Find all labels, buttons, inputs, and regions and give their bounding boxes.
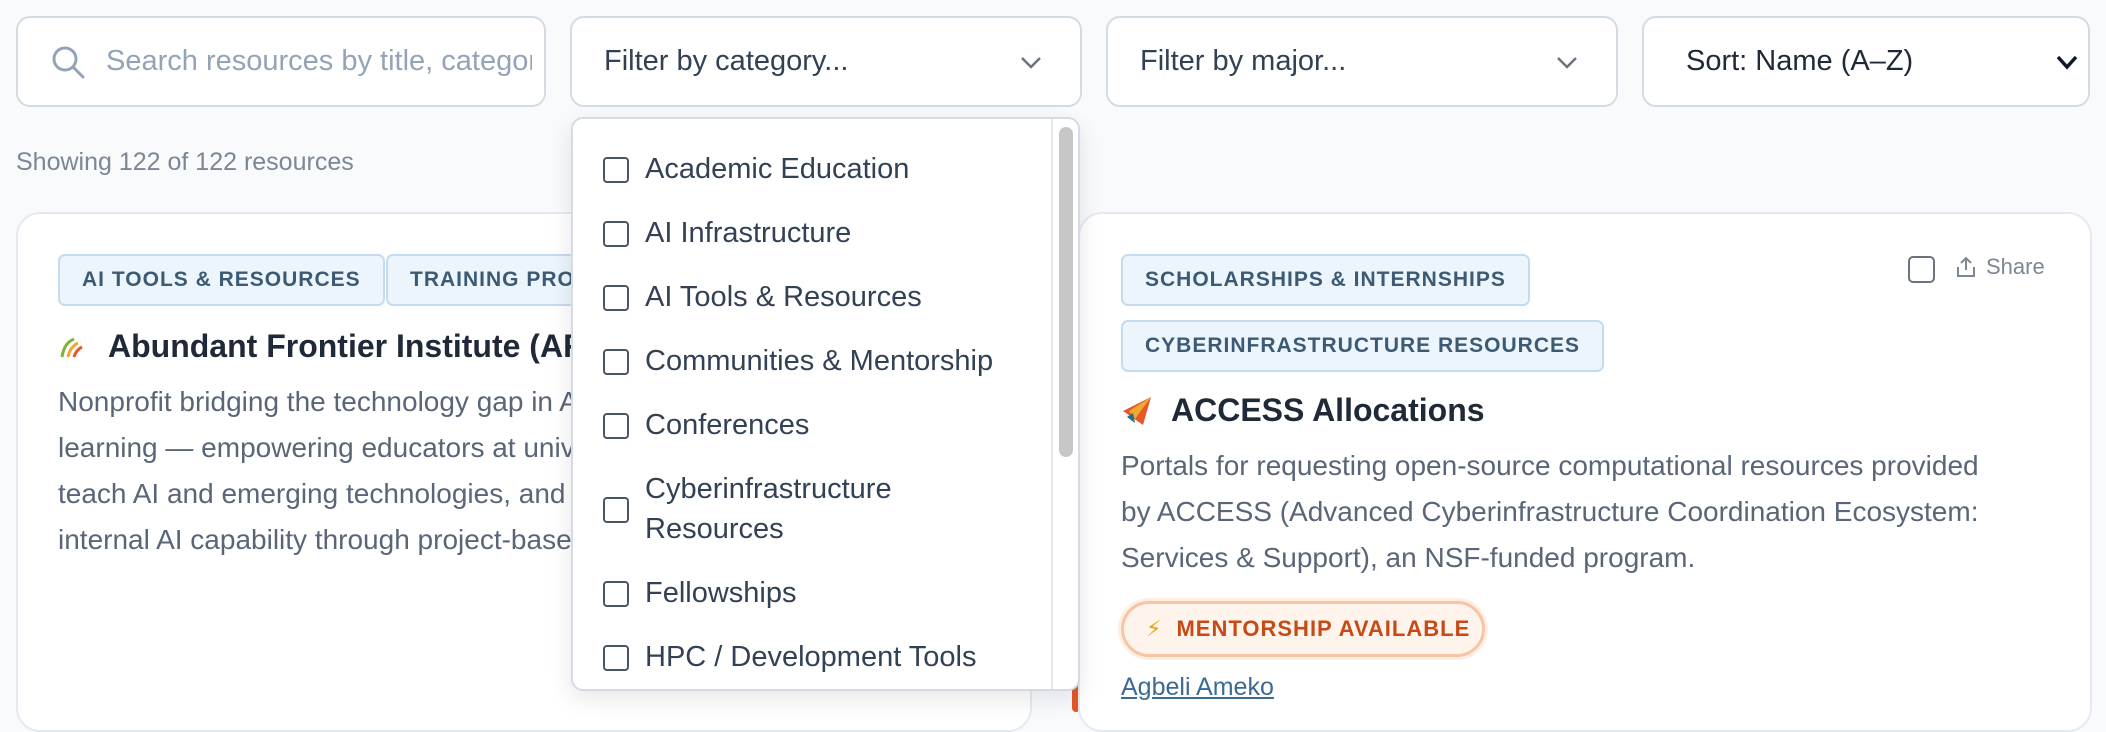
card-title-text: Abundant Frontier Institute (AFI) bbox=[108, 328, 603, 364]
search-icon bbox=[50, 43, 88, 81]
card-tag: AI TOOLS & RESOURCES bbox=[58, 254, 385, 306]
category-filter-label: Filter by category... bbox=[604, 45, 849, 77]
search-input[interactable] bbox=[104, 44, 534, 79]
option-label: Cyberinfrastructure Resources bbox=[645, 473, 892, 545]
dropdown-divider bbox=[1051, 119, 1053, 689]
card-tag: TRAINING PROGRAMS bbox=[386, 254, 586, 306]
category-option[interactable]: AI Infrastructure bbox=[603, 217, 1035, 253]
sort-select-label: Sort: Name (A–Z) bbox=[1686, 45, 1914, 77]
category-option[interactable]: Fellowships bbox=[603, 577, 1035, 613]
option-checkbox[interactable] bbox=[603, 285, 629, 311]
share-label: Share bbox=[1986, 254, 2045, 279]
dropdown-scrollbar[interactable] bbox=[1059, 127, 1073, 457]
option-checkbox[interactable] bbox=[603, 645, 629, 671]
category-filter[interactable]: Filter by category... bbox=[570, 16, 1082, 107]
option-checkbox[interactable] bbox=[603, 221, 629, 247]
bolt-icon: ⚡ bbox=[1146, 616, 1163, 641]
card-description: Portals for requesting open-source compu… bbox=[1121, 443, 1979, 581]
card-title-text: ACCESS Allocations bbox=[1171, 392, 1485, 428]
chevron-down-icon bbox=[1018, 49, 1044, 75]
major-filter-label: Filter by major... bbox=[1140, 45, 1347, 77]
option-label: Academic Education bbox=[645, 153, 910, 185]
search-box[interactable] bbox=[16, 16, 546, 107]
mentor-link[interactable]: Agbeli Ameko bbox=[1121, 673, 1274, 702]
option-checkbox[interactable] bbox=[603, 497, 629, 523]
option-label: AI Tools & Resources bbox=[645, 281, 922, 313]
card-title[interactable]: ACCESS Allocations bbox=[1121, 392, 1485, 429]
option-label: Communities & Mentorship bbox=[645, 345, 994, 377]
logo-icon bbox=[58, 331, 90, 363]
chevron-down-icon bbox=[2054, 49, 2080, 75]
option-label: Fellowships bbox=[645, 577, 797, 609]
compare-checkbox[interactable] bbox=[1908, 256, 1935, 283]
option-label: HPC / Development Tools bbox=[645, 641, 977, 673]
description-line: Portals for requesting open-source compu… bbox=[1121, 450, 1979, 481]
mentorship-badge: ⚡ MENTORSHIP AVAILABLE bbox=[1121, 601, 1485, 657]
category-option[interactable]: Communities & Mentorship bbox=[603, 345, 1035, 381]
mentorship-badge-text: MENTORSHIP AVAILABLE bbox=[1176, 616, 1471, 641]
option-checkbox[interactable] bbox=[603, 157, 629, 183]
major-filter[interactable]: Filter by major... bbox=[1106, 16, 1618, 107]
category-option[interactable]: HPC / Development Tools bbox=[603, 641, 1035, 677]
description-line: by ACCESS (Advanced Cyberinfrastructure … bbox=[1121, 496, 1979, 527]
chevron-down-icon bbox=[1554, 49, 1580, 75]
logo-icon bbox=[1121, 395, 1153, 427]
share-button[interactable]: Share bbox=[1956, 254, 2045, 280]
results-count: Showing 122 of 122 resources bbox=[16, 148, 354, 176]
category-dropdown[interactable]: Academic Education AI Infrastructure AI … bbox=[571, 117, 1080, 691]
share-icon bbox=[1957, 256, 1975, 277]
category-option[interactable]: Conferences bbox=[603, 409, 1035, 445]
card-tag: SCHOLARSHIPS & INTERNSHIPS bbox=[1121, 254, 1530, 306]
card-title[interactable]: Abundant Frontier Institute (AFI) bbox=[58, 328, 602, 365]
sort-select[interactable]: Sort: Name (A–Z) bbox=[1642, 16, 2090, 107]
option-checkbox[interactable] bbox=[603, 413, 629, 439]
card-tag: CYBERINFRASTRUCTURE RESOURCES bbox=[1121, 320, 1605, 372]
category-option[interactable]: AI Tools & Resources bbox=[603, 281, 1035, 317]
option-label: Conferences bbox=[645, 409, 810, 441]
description-line: Services & Support), an NSF-funded progr… bbox=[1121, 542, 1696, 573]
category-option[interactable]: Academic Education bbox=[603, 153, 1035, 189]
option-checkbox[interactable] bbox=[603, 581, 629, 607]
option-label: AI Infrastructure bbox=[645, 217, 852, 249]
option-checkbox[interactable] bbox=[603, 349, 629, 375]
category-option[interactable]: Cyberinfrastructure Resources bbox=[603, 473, 1035, 549]
